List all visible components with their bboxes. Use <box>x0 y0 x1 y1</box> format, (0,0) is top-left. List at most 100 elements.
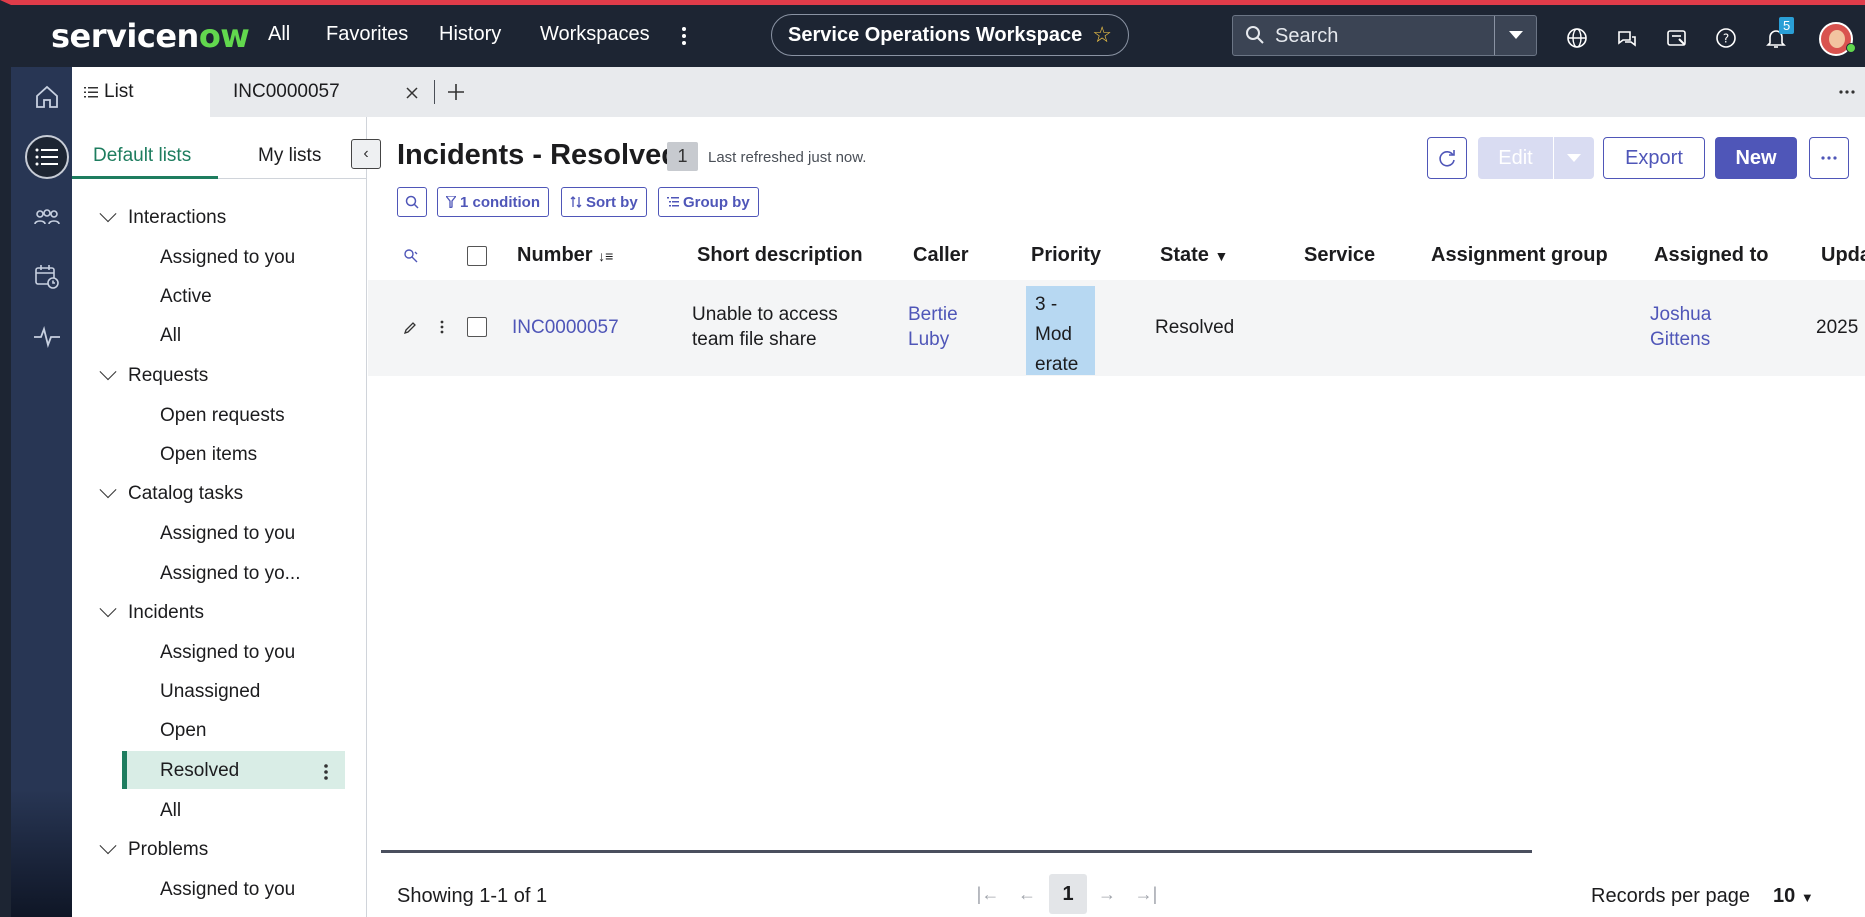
arrow-right-icon: → <box>1098 883 1116 904</box>
group-interactions[interactable]: Interactions <box>99 205 226 229</box>
showing-records-text: Showing 1-1 of 1 <box>397 885 548 907</box>
rail-calendar[interactable] <box>25 255 69 299</box>
scratchpad-icon[interactable] <box>1666 27 1688 49</box>
favorite-star-icon[interactable]: ☆ <box>1092 22 1112 48</box>
column-header-caller[interactable]: Caller <box>913 244 969 267</box>
personalize-columns-icon[interactable] <box>403 248 419 264</box>
list-main: Incidents - Resolved 1 Last refreshed ju… <box>368 117 1865 917</box>
table-row[interactable]: INC0000057 Unable to access team file sha… <box>368 280 1865 376</box>
sort-by-chip[interactable]: Sort by <box>561 187 647 217</box>
edit-pencil-icon[interactable] <box>404 321 417 334</box>
servicenow-logo[interactable]: servicenow <box>51 17 250 55</box>
nav-history[interactable]: History <box>439 23 501 46</box>
column-header-number[interactable]: Number ↓≡ <box>517 244 613 267</box>
nav-all[interactable]: All <box>268 23 290 46</box>
group-incidents[interactable]: Incidents <box>99 600 204 624</box>
global-search[interactable]: Search <box>1232 15 1537 56</box>
tab-list[interactable]: List <box>72 67 210 117</box>
list-item-catalog-assigned[interactable]: Assigned to you <box>160 523 295 545</box>
more-actions-button[interactable] <box>1809 137 1849 179</box>
rail-list[interactable] <box>25 135 69 179</box>
list-item-open-items[interactable]: Open items <box>160 444 257 466</box>
list-item-incidents-unassigned[interactable]: Unassigned <box>160 681 260 703</box>
search-scope-dropdown[interactable] <box>1494 16 1536 55</box>
filter-condition-chip[interactable]: 1 condition <box>437 187 549 217</box>
chevron-down-icon <box>99 205 117 223</box>
incident-number-link[interactable]: INC0000057 <box>512 315 619 340</box>
caller-link[interactable]: Bertie Luby <box>908 302 958 352</box>
chevron-down-icon <box>99 481 117 499</box>
table-header: Number ↓≡ Short description Caller Prior… <box>368 230 1865 280</box>
records-per-page-select[interactable]: 10 ▼ <box>1773 885 1814 908</box>
pulse-icon <box>34 325 60 349</box>
globe-icon[interactable] <box>1566 27 1588 49</box>
row-checkbox[interactable] <box>467 317 487 337</box>
chat-icon[interactable] <box>1616 27 1638 49</box>
chevron-down-icon <box>99 363 117 381</box>
list-item-open-requests[interactable]: Open requests <box>160 405 285 427</box>
refresh-button[interactable] <box>1427 137 1467 179</box>
nav-favorites[interactable]: Favorites <box>326 23 408 46</box>
assigned-to-link[interactable]: Joshua Gittens <box>1650 302 1711 352</box>
next-page-button[interactable]: → <box>1091 874 1123 914</box>
tab-default-lists[interactable]: Default lists <box>93 145 191 167</box>
svg-text:?: ? <box>1723 32 1729 46</box>
list-item-interactions-assigned[interactable]: Assigned to you <box>160 247 295 269</box>
list-item-interactions-active[interactable]: Active <box>160 286 212 308</box>
presence-indicator <box>1846 43 1856 53</box>
list-item-interactions-all[interactable]: All <box>160 325 181 347</box>
column-header-state[interactable]: State ▼ <box>1160 244 1228 267</box>
list-item-problems-assigned[interactable]: Assigned to you <box>160 879 295 901</box>
edit-dropdown-button[interactable] <box>1554 137 1594 179</box>
nav-workspaces[interactable]: Workspaces <box>540 23 650 46</box>
group-by-chip[interactable]: Group by <box>658 187 759 217</box>
group-problems[interactable]: Problems <box>99 837 208 861</box>
refresh-icon <box>1439 150 1455 167</box>
select-all-checkbox[interactable] <box>467 246 487 266</box>
last-page-icon: →| <box>1134 883 1158 904</box>
previous-page-button[interactable]: ← <box>1011 874 1043 914</box>
rail-home[interactable] <box>25 75 69 119</box>
column-header-service[interactable]: Service <box>1304 244 1375 267</box>
chevron-down-icon <box>99 600 117 618</box>
list-search-button[interactable] <box>397 187 427 217</box>
tab-my-lists[interactable]: My lists <box>258 145 321 167</box>
top-navigation-bar: servicenow All Favorites History Workspa… <box>0 0 1865 67</box>
more-horizontal-icon[interactable] <box>1839 90 1855 94</box>
list-item-incidents-assigned[interactable]: Assigned to you <box>160 642 295 664</box>
column-header-assignment-group[interactable]: Assignment group <box>1431 244 1608 267</box>
last-refreshed-text: Last refreshed just now. <box>708 149 867 166</box>
chevron-down-icon <box>1567 154 1581 162</box>
list-item-incidents-resolved[interactable]: Resolved <box>160 760 239 782</box>
first-page-icon: |← <box>976 883 1000 904</box>
close-tab-icon[interactable] <box>406 87 418 99</box>
first-page-button[interactable]: |← <box>972 874 1004 914</box>
export-button[interactable]: Export <box>1603 137 1705 179</box>
state-cell: Resolved <box>1155 317 1235 338</box>
more-vertical-icon[interactable] <box>680 25 688 47</box>
current-page-button[interactable]: 1 <box>1049 874 1087 914</box>
list-item-incidents-open[interactable]: Open <box>160 720 206 742</box>
search-input[interactable]: Search <box>1275 25 1338 48</box>
active-tab-indicator <box>72 176 218 179</box>
column-header-assigned-to[interactable]: Assigned to <box>1654 244 1768 267</box>
group-catalog-tasks[interactable]: Catalog tasks <box>99 481 243 505</box>
rail-activity[interactable] <box>25 315 69 359</box>
item-more-icon[interactable] <box>323 763 329 781</box>
tab-record-label: INC0000057 <box>233 81 340 102</box>
list-item-catalog-assigned-group[interactable]: Assigned to yo... <box>160 563 300 585</box>
workspace-title-pill[interactable]: Service Operations Workspace ☆ <box>771 14 1129 56</box>
column-header-updated[interactable]: Upda <box>1821 244 1865 267</box>
column-header-short-description[interactable]: Short description <box>697 244 863 267</box>
column-header-priority[interactable]: Priority <box>1031 244 1101 267</box>
edit-button[interactable]: Edit <box>1478 137 1553 179</box>
last-page-button[interactable]: →| <box>1130 874 1162 914</box>
group-requests[interactable]: Requests <box>99 363 208 387</box>
rail-groups[interactable] <box>25 195 69 239</box>
row-more-icon[interactable] <box>440 320 444 334</box>
help-icon[interactable]: ? <box>1715 27 1737 49</box>
add-tab-icon[interactable] <box>447 83 465 101</box>
horizontal-scrollbar[interactable] <box>381 850 1532 853</box>
new-button[interactable]: New <box>1715 137 1797 179</box>
list-item-incidents-all[interactable]: All <box>160 800 181 822</box>
